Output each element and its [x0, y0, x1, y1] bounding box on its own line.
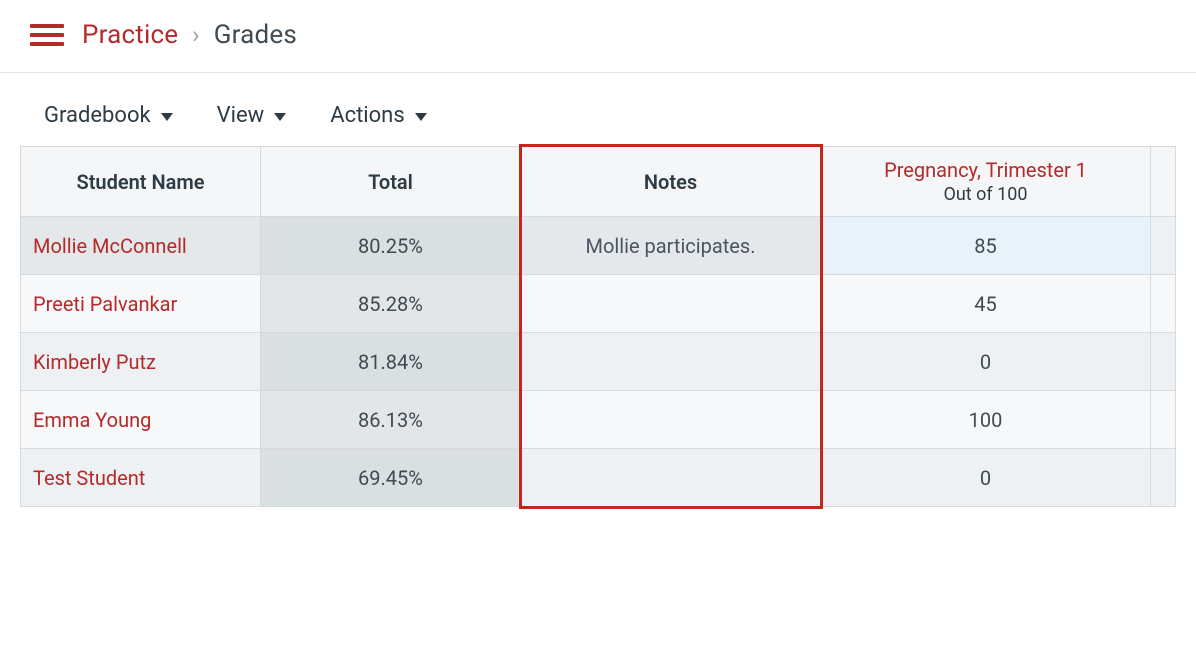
notes-cell[interactable] — [521, 275, 821, 333]
caret-down-icon — [161, 113, 173, 121]
grade-cell[interactable]: 100 — [821, 391, 1151, 449]
gradebook-dropdown-label: Gradebook — [44, 103, 151, 128]
notes-cell[interactable] — [521, 449, 821, 507]
total-cell[interactable]: 69.45% — [261, 449, 521, 507]
notes-cell[interactable] — [521, 333, 821, 391]
breadcrumb-current: Grades — [214, 20, 297, 50]
top-bar: Practice › Grades — [0, 0, 1196, 73]
table-row: Emma Young86.13% 100 — [21, 391, 1176, 449]
table-row: Test Student69.45% 0 — [21, 449, 1176, 507]
total-cell[interactable]: 85.28% — [261, 275, 521, 333]
breadcrumb: Practice › Grades — [82, 20, 297, 50]
view-dropdown[interactable]: View — [217, 103, 287, 128]
table-row: Mollie McConnell80.25%Mollie participate… — [21, 217, 1176, 275]
student-name-cell[interactable]: Mollie McConnell — [21, 217, 261, 275]
trailing-cell — [1151, 449, 1176, 507]
breadcrumb-separator-icon: › — [192, 21, 199, 49]
assignment-title: Pregnancy, Trimester 1 — [833, 157, 1138, 183]
table-row: Kimberly Putz81.84% 0 — [21, 333, 1176, 391]
column-header-notes[interactable]: Notes — [521, 147, 821, 217]
breadcrumb-link-practice[interactable]: Practice — [82, 20, 178, 50]
caret-down-icon — [274, 113, 286, 121]
assignment-subtitle: Out of 100 — [833, 183, 1138, 206]
grade-cell[interactable]: 45 — [821, 275, 1151, 333]
student-name-cell[interactable]: Test Student — [21, 449, 261, 507]
student-name-cell[interactable]: Emma Young — [21, 391, 261, 449]
column-header-total[interactable]: Total — [261, 147, 521, 217]
grade-cell[interactable]: 85 — [821, 217, 1151, 275]
grade-cell[interactable]: 0 — [821, 333, 1151, 391]
total-cell[interactable]: 86.13% — [261, 391, 521, 449]
caret-down-icon — [415, 113, 427, 121]
table-row: Preeti Palvankar85.28% 45 — [21, 275, 1176, 333]
trailing-cell — [1151, 275, 1176, 333]
view-dropdown-label: View — [217, 103, 265, 128]
grade-cell[interactable]: 0 — [821, 449, 1151, 507]
total-cell[interactable]: 80.25% — [261, 217, 521, 275]
gradebook-grid: Student Name Total Notes Pregnancy, Trim… — [20, 146, 1176, 507]
trailing-cell — [1151, 217, 1176, 275]
total-cell[interactable]: 81.84% — [261, 333, 521, 391]
column-header-trailing — [1151, 147, 1176, 217]
trailing-cell — [1151, 391, 1176, 449]
notes-cell[interactable] — [521, 391, 821, 449]
column-header-assignment[interactable]: Pregnancy, Trimester 1 Out of 100 — [821, 147, 1151, 217]
actions-dropdown[interactable]: Actions — [330, 103, 426, 128]
actions-dropdown-label: Actions — [330, 103, 404, 128]
trailing-cell — [1151, 333, 1176, 391]
notes-cell[interactable]: Mollie participates. — [521, 217, 821, 275]
column-header-student-name[interactable]: Student Name — [21, 147, 261, 217]
student-name-cell[interactable]: Preeti Palvankar — [21, 275, 261, 333]
hamburger-menu-icon[interactable] — [30, 24, 64, 46]
gradebook-dropdown[interactable]: Gradebook — [44, 103, 173, 128]
student-name-cell[interactable]: Kimberly Putz — [21, 333, 261, 391]
toolbar: Gradebook View Actions — [0, 73, 1196, 146]
